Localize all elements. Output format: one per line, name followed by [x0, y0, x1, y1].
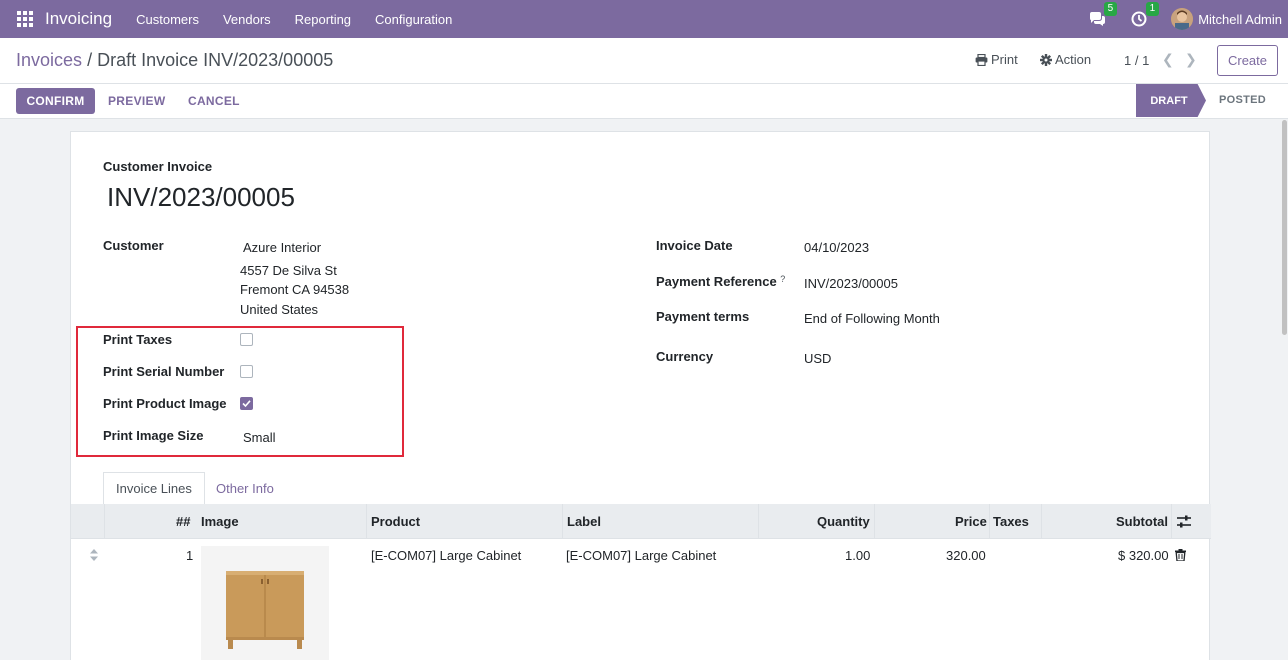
image-size-label: Print Image Size [103, 428, 204, 443]
statusbar: CONFIRM PREVIEW CANCEL DRAFT POSTED [0, 84, 1288, 119]
print-taxes-checkbox[interactable] [240, 333, 253, 346]
invoice-date-field[interactable]: 04/10/2023 [804, 240, 869, 255]
clock-icon [1131, 11, 1147, 27]
row-price: 320.00 [946, 548, 986, 563]
currency-field[interactable]: USD [804, 351, 831, 366]
confirm-button[interactable]: CONFIRM [16, 88, 95, 114]
invoice-number[interactable]: INV/2023/00005 [107, 182, 295, 213]
control-panel: Invoices / Draft Invoice INV/2023/00005 … [0, 38, 1288, 84]
row-subtotal: $ 320.00 [1118, 548, 1169, 563]
action-button[interactable]: Action [1040, 52, 1091, 67]
breadcrumb-invoices[interactable]: Invoices [16, 50, 82, 70]
print-image-checkbox[interactable] [240, 397, 253, 410]
header-label[interactable]: Label [567, 514, 601, 529]
menu-reporting[interactable]: Reporting [295, 12, 351, 27]
customer-address-line1: 4557 De Silva St [240, 263, 337, 278]
column-settings-icon[interactable] [1177, 515, 1191, 528]
header-number[interactable]: ## [176, 514, 190, 529]
header-product[interactable]: Product [371, 514, 420, 529]
stage-draft[interactable]: DRAFT [1136, 84, 1206, 117]
app-name[interactable]: Invoicing [45, 9, 112, 29]
messages-button[interactable]: 5 [1087, 2, 1118, 29]
print-serial-label: Print Serial Number [103, 364, 225, 379]
header-price[interactable]: Price [955, 514, 987, 529]
apps-menu-icon[interactable] [17, 11, 33, 27]
breadcrumb-current: Draft Invoice INV/2023/00005 [97, 50, 334, 70]
customer-address-line2: Fremont CA 94538 [240, 282, 350, 297]
invoice-date-label: Invoice Date [656, 238, 733, 253]
row-number: 1 [186, 548, 194, 563]
drag-handle-icon[interactable] [90, 549, 98, 561]
printer-icon [975, 53, 988, 66]
row-product: [E-COM07] Large Cabinet [371, 548, 522, 563]
checkmark-icon [242, 400, 251, 408]
payment-reference-text: Payment Reference [656, 274, 777, 289]
pager-previous-icon[interactable]: ❮ [1162, 51, 1174, 68]
print-serial-checkbox[interactable] [240, 365, 253, 378]
form-sheet: Customer Invoice INV/2023/00005 Customer… [70, 131, 1211, 660]
cancel-button[interactable]: CANCEL [188, 94, 240, 108]
activities-button[interactable]: 1 [1129, 2, 1160, 29]
breadcrumb: Invoices / Draft Invoice INV/2023/00005 [16, 50, 333, 71]
header-quantity[interactable]: Quantity [817, 514, 870, 529]
print-taxes-label: Print Taxes [103, 332, 173, 347]
header-subtotal[interactable]: Subtotal [1116, 514, 1168, 529]
scrollbar-thumb[interactable] [1282, 120, 1287, 335]
payment-reference-field[interactable]: INV/2023/00005 [804, 276, 898, 291]
stage-posted[interactable]: POSTED [1219, 94, 1266, 106]
product-image [201, 546, 329, 660]
customer-field[interactable]: Azure Interior [243, 240, 321, 255]
notebook-tabs: Invoice Lines Other Info [71, 472, 1211, 505]
top-navbar: Invoicing Customers Vendors Reporting Co… [0, 0, 1288, 38]
row-label: [E-COM07] Large Cabinet [566, 548, 717, 563]
activities-badge: 1 [1145, 2, 1160, 16]
menu-vendors[interactable]: Vendors [223, 12, 271, 27]
image-size-field[interactable]: Small [243, 430, 276, 445]
gear-icon [1040, 53, 1052, 66]
scrollbar[interactable] [1281, 120, 1288, 660]
customer-address-line3: United States [240, 302, 319, 317]
invoice-type-label: Customer Invoice [103, 159, 213, 174]
pager-next-icon[interactable]: ❯ [1185, 51, 1197, 68]
print-button[interactable]: Print [975, 52, 1018, 67]
create-button[interactable]: Create [1217, 45, 1278, 76]
header-taxes[interactable]: Taxes [993, 514, 1029, 529]
messages-badge: 5 [1103, 2, 1118, 16]
trash-icon[interactable] [1175, 549, 1186, 561]
payment-terms-field[interactable]: End of Following Month [804, 311, 940, 326]
help-icon[interactable]: ? [780, 274, 785, 284]
menu-customers[interactable]: Customers [136, 12, 199, 27]
preview-button[interactable]: PREVIEW [108, 94, 165, 108]
tab-other-info[interactable]: Other Info [204, 472, 286, 505]
header-image[interactable]: Image [201, 514, 239, 529]
currency-label: Currency [656, 349, 714, 364]
payment-terms-label: Payment terms [656, 309, 750, 324]
action-label: Action [1055, 52, 1092, 67]
table-header: ## Image Product Label Quantity Price Ta… [71, 504, 1211, 539]
user-name[interactable]: Mitchell Admin [1198, 12, 1282, 27]
avatar[interactable] [1171, 8, 1194, 30]
breadcrumb-separator: / [87, 50, 93, 70]
print-image-label: Print Product Image [103, 396, 227, 411]
print-label: Print [991, 52, 1018, 67]
pager-value[interactable]: 1 / 1 [1124, 53, 1149, 68]
row-quantity: 1.00 [845, 548, 871, 563]
menu-configuration[interactable]: Configuration [375, 12, 452, 27]
customer-label: Customer [103, 238, 164, 253]
tab-invoice-lines[interactable]: Invoice Lines [103, 472, 205, 505]
payment-reference-label: Payment Reference ? [656, 274, 785, 289]
